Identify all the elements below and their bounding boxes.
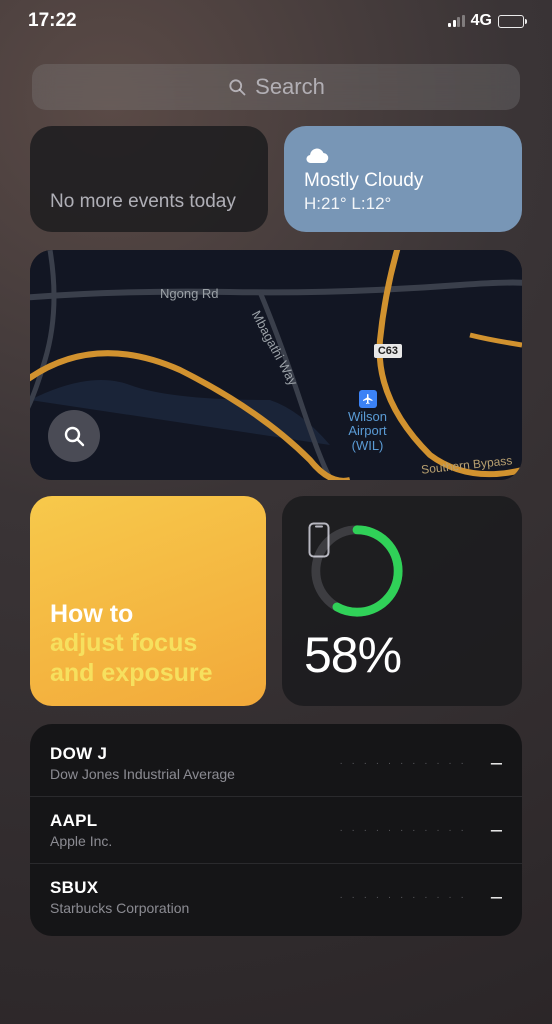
maps-widget[interactable]: Ngong Rd Mbagathi Way C63 Wilson Airport… (30, 250, 522, 480)
cloud-icon (304, 146, 330, 164)
stock-symbol: DOW J (50, 744, 235, 764)
stocks-widget[interactable]: DOW J Dow Jones Industrial Average · · ·… (30, 724, 522, 936)
battery-ring (308, 522, 406, 620)
stock-value: – (491, 819, 502, 842)
battery-icon (498, 15, 524, 28)
status-bar: 17:22 4G (0, 0, 552, 38)
sparkline-placeholder: · · · · · · · · · · · (339, 892, 466, 903)
airplane-icon (359, 390, 377, 408)
search-icon (227, 77, 247, 97)
cellular-signal-icon (448, 15, 465, 27)
stock-company: Dow Jones Industrial Average (50, 766, 235, 782)
stock-symbol: AAPL (50, 811, 112, 831)
map-route-badge: C63 (374, 344, 402, 358)
stock-row[interactable]: DOW J Dow Jones Industrial Average · · ·… (30, 730, 522, 797)
stock-row[interactable]: SBUX Starbucks Corporation · · · · · · ·… (30, 864, 522, 930)
map-airport-poi: Wilson Airport (WIL) (348, 390, 387, 453)
stock-value: – (491, 752, 502, 775)
stock-symbol: SBUX (50, 878, 189, 898)
search-field[interactable]: Search (32, 64, 520, 110)
network-type: 4G (471, 12, 492, 30)
sparkline-placeholder: · · · · · · · · · · · (339, 758, 466, 769)
stock-row[interactable]: AAPL Apple Inc. · · · · · · · · · · · – (30, 797, 522, 864)
sparkline-placeholder: · · · · · · · · · · · (339, 825, 466, 836)
weather-widget[interactable]: Mostly Cloudy H:21° L:12° (284, 126, 522, 232)
status-indicators: 4G (448, 12, 524, 30)
stock-value: – (491, 886, 502, 909)
phone-icon (308, 522, 406, 620)
calendar-status: No more events today (50, 190, 236, 214)
weather-hi-lo: H:21° L:12° (304, 194, 502, 214)
calendar-widget[interactable]: No more events today (30, 126, 268, 232)
clock: 17:22 (28, 10, 77, 32)
map-search-button[interactable] (48, 410, 100, 462)
batteries-widget[interactable]: 58% (282, 496, 522, 706)
weather-condition: Mostly Cloudy (304, 170, 502, 192)
battery-percent: 58% (304, 626, 500, 684)
search-icon (62, 424, 86, 448)
stock-company: Apple Inc. (50, 833, 112, 849)
stock-company: Starbucks Corporation (50, 900, 189, 916)
tips-headline: How to adjust focus and exposure (50, 600, 213, 689)
tips-widget[interactable]: How to adjust focus and exposure (30, 496, 266, 706)
search-placeholder: Search (255, 74, 325, 100)
map-road-label: Ngong Rd (160, 286, 219, 301)
